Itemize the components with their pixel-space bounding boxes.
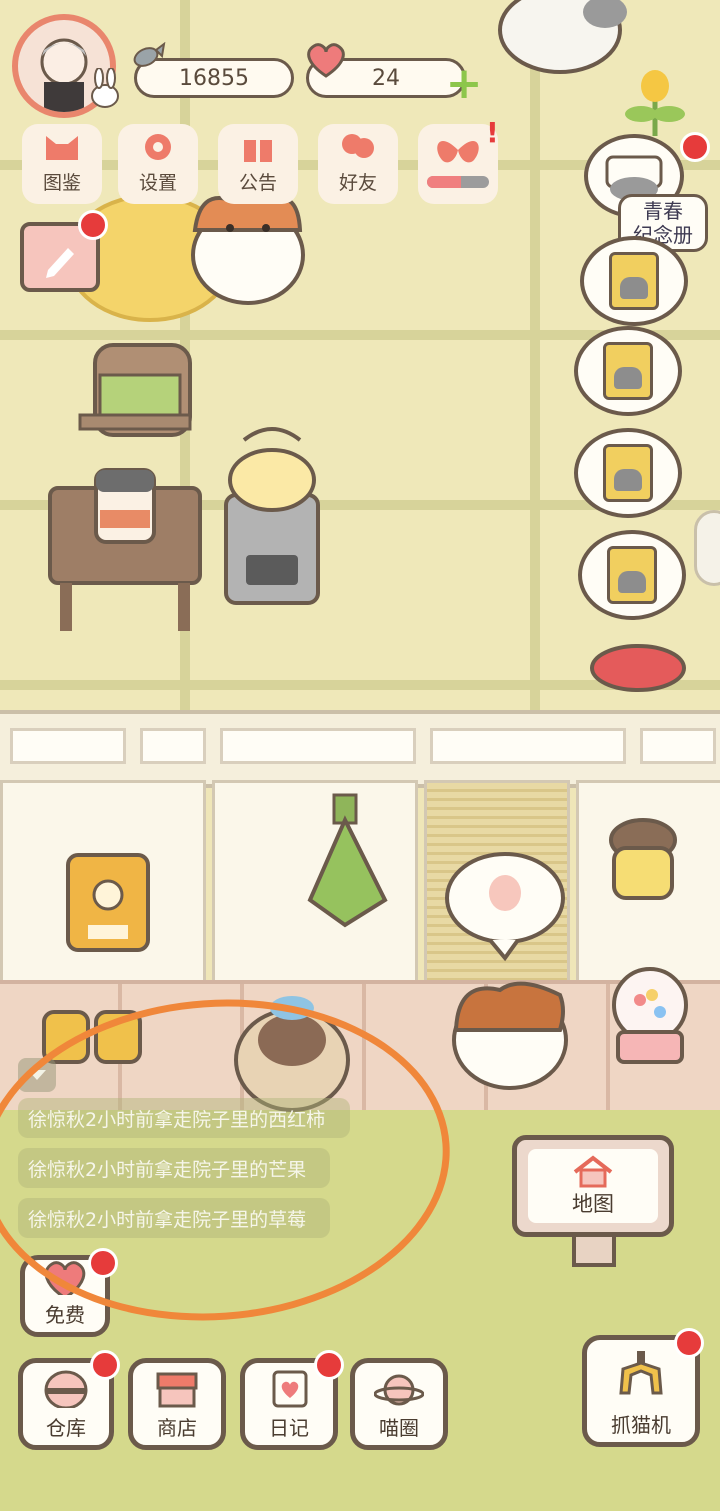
menu-settings-label: 设置 [138, 172, 177, 194]
alert-exclamation-icon: ! [486, 116, 499, 149]
chevron-down-icon [28, 1070, 46, 1080]
storage-icon [44, 1370, 88, 1408]
cat-food-bag-icon [603, 444, 653, 502]
side-drawer-tab[interactable] [694, 510, 720, 586]
feed-text: 徐惊秋2小时前拿走院子里的西红柿 [28, 1108, 326, 1131]
wooden-table [48, 468, 202, 631]
calico-cat-veranda [452, 981, 568, 1090]
sign-post [572, 1237, 616, 1267]
notification-dot [680, 132, 710, 162]
youth-album-button[interactable]: 青春 纪念册 [578, 134, 708, 252]
gear-icon [145, 134, 171, 160]
feed-text: 徐惊秋2小时前拿走院子里的草莓 [28, 1208, 307, 1231]
menu-friends-label: 好友 [338, 172, 377, 194]
fish-currency-value: 16855 [179, 65, 249, 91]
storage-label: 仓库 [46, 1416, 86, 1440]
cat-planet-icon [374, 1374, 424, 1406]
stove-kettle [224, 427, 320, 605]
diary-icon [272, 1370, 308, 1408]
cat-food-bag-icon [607, 546, 657, 604]
heart-currency-value: 24 [372, 65, 400, 91]
heart-icon [307, 43, 345, 78]
claw-machine-icon [619, 1351, 663, 1395]
menu-catalog-label: 图鉴 [42, 172, 81, 194]
gift-icon [244, 140, 272, 162]
fish-icon [133, 42, 166, 67]
shop-label: 商店 [157, 1416, 197, 1440]
cat-head-icon [46, 136, 78, 160]
map-sign-panel: 地图 [528, 1149, 658, 1223]
herb-bundle [307, 793, 388, 928]
cat-food-bag-icon [603, 342, 653, 400]
food-bowl [590, 644, 686, 692]
wall-phone [66, 853, 150, 952]
notification-dot [88, 1248, 118, 1278]
map-button[interactable]: 地图 [512, 1135, 674, 1237]
menu-settings-button[interactable]: 设置 [118, 124, 198, 204]
siamese-cat [234, 996, 350, 1112]
rocking-chair [78, 343, 192, 437]
gray-cat-top [498, 0, 627, 74]
notification-dot [78, 210, 108, 240]
claw-machine-label: 抓猫机 [611, 1413, 671, 1437]
notification-dot [314, 1350, 344, 1380]
album-label-line1: 青春 [643, 199, 683, 223]
heart-icon [44, 1261, 86, 1295]
gumball-machine [612, 967, 688, 1064]
event-progress-bar [427, 176, 489, 188]
tulip-icon [625, 66, 685, 140]
feed-item: 徐惊秋2小时前拿走院子里的西红柿 [18, 1098, 350, 1138]
menu-announcement-button[interactable]: 公告 [218, 124, 298, 204]
shop-icon [156, 1372, 198, 1408]
feed-collapse-button[interactable] [18, 1058, 56, 1092]
pet-speech-bubble [445, 852, 565, 962]
cat-circle-label: 喵圈 [379, 1416, 419, 1440]
yellow-boots [42, 1010, 142, 1064]
lantern [609, 818, 677, 900]
friends-icon [342, 134, 374, 158]
menu-friends-button[interactable]: 好友 [318, 124, 398, 204]
butterfly-event-icon [437, 141, 479, 163]
notification-dot [674, 1328, 704, 1358]
menu-catalog-button[interactable]: 图鉴 [22, 124, 102, 204]
feed-text: 徐惊秋2小时前拿走院子里的芒果 [28, 1158, 307, 1181]
diary-label: 日记 [269, 1416, 309, 1440]
cat-food-bag-bubble[interactable] [578, 530, 686, 620]
notification-dot [90, 1350, 120, 1380]
feed-item: 徐惊秋2小时前拿走院子里的芒果 [18, 1148, 330, 1188]
calico-cat-sitting [191, 190, 305, 305]
feed-item: 徐惊秋2小时前拿走院子里的草莓 [18, 1198, 330, 1238]
rabbit-icon [91, 68, 119, 108]
shop-button[interactable]: 商店 [128, 1358, 226, 1450]
cat-food-bag-bubble[interactable] [580, 236, 688, 326]
cat-food-bag-icon [609, 252, 659, 310]
add-currency-button[interactable]: + [444, 62, 484, 106]
house-icon [573, 1155, 613, 1188]
map-label: 地图 [572, 1192, 614, 1216]
cat-food-bag-bubble[interactable] [574, 326, 682, 416]
menu-announcement-label: 公告 [238, 172, 277, 194]
cat-circle-button[interactable]: 喵圈 [350, 1358, 448, 1450]
cat-food-bag-bubble[interactable] [574, 428, 682, 518]
free-label: 免费 [45, 1303, 85, 1327]
